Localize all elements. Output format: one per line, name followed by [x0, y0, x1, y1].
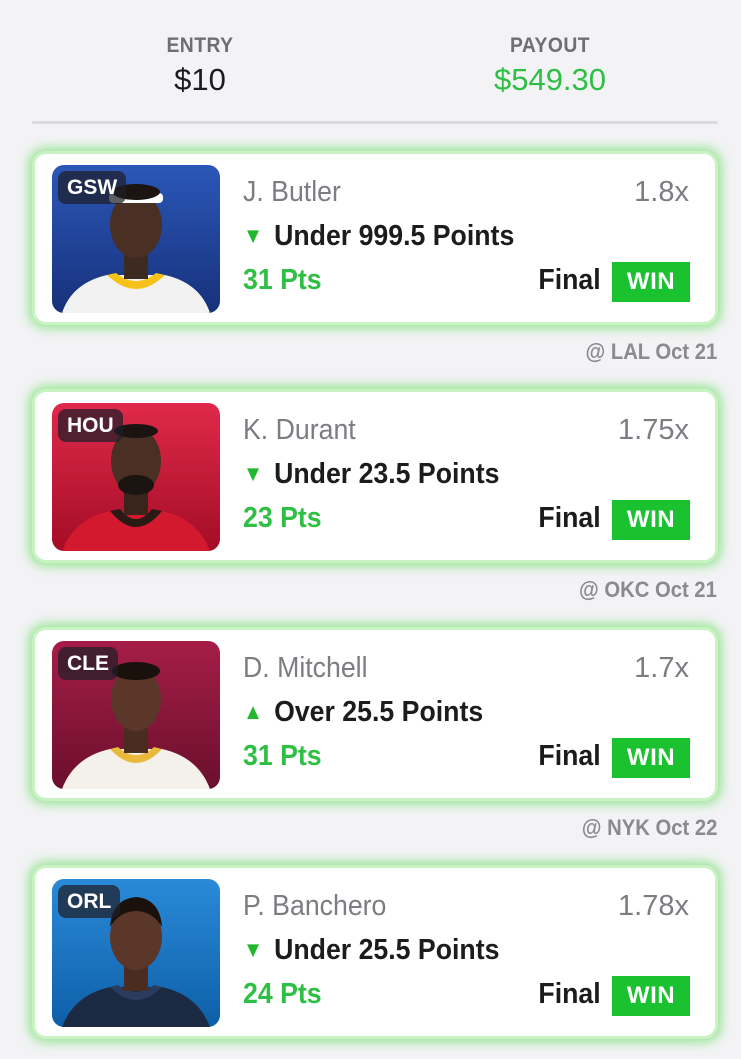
player-avatar: GSW	[52, 165, 220, 313]
payout-label: PAYOUT	[509, 34, 591, 57]
player-avatar: HOU	[52, 403, 220, 551]
summary-divider	[32, 121, 718, 124]
team-badge: GSW	[58, 171, 127, 204]
game-status: Final	[538, 978, 601, 1010]
payout-multiplier: 1.7x	[634, 652, 689, 684]
pick-card[interactable]: CLE D. Mitchell 1.7x ▲ Over 25.5 Points 3…	[32, 627, 718, 801]
prop-line-text: Under 23.5 Points	[274, 458, 500, 490]
prop-line-text: Over 25.5 Points	[274, 696, 484, 728]
player-name: J. Butler	[243, 176, 341, 208]
player-avatar: CLE	[52, 641, 220, 789]
result-badge: WIN	[612, 738, 690, 778]
result-points: 23 Pts	[243, 502, 322, 534]
result-points: 24 Pts	[243, 978, 322, 1010]
game-status: Final	[538, 740, 601, 772]
triangle-up-icon: ▲	[243, 699, 264, 724]
result-badge: WIN	[612, 976, 690, 1016]
payout-amount: $549.30	[493, 62, 607, 97]
entry-column: ENTRY $10	[80, 34, 320, 98]
player-name: D. Mitchell	[243, 652, 368, 684]
entry-detail-page: ENTRY $10 PAYOUT $549.30 GSW J. Butler 1…	[0, 0, 741, 1059]
player-name: P. Banchero	[243, 890, 387, 922]
payout-multiplier: 1.78x	[618, 890, 689, 922]
triangle-down-icon: ▼	[243, 461, 264, 486]
prop-line: ▼ Under 23.5 Points	[243, 458, 499, 491]
entry-summary: ENTRY $10 PAYOUT $549.30	[0, 34, 741, 104]
payout-multiplier: 1.8x	[634, 176, 689, 208]
triangle-down-icon: ▼	[243, 937, 264, 962]
entry-label: ENTRY	[166, 34, 234, 57]
result-badge: WIN	[612, 500, 690, 540]
player-name: K. Durant	[243, 414, 356, 446]
team-badge: CLE	[58, 647, 118, 680]
prop-line-text: Under 25.5 Points	[274, 934, 500, 966]
game-status: Final	[538, 264, 601, 296]
game-info: @ OKC Oct 21	[579, 577, 717, 602]
result-points: 31 Pts	[243, 264, 322, 296]
result-badge: WIN	[612, 262, 690, 302]
payout-multiplier: 1.75x	[618, 414, 689, 446]
prop-line: ▲ Over 25.5 Points	[243, 696, 483, 729]
game-info: @ NYK Oct 22	[581, 815, 717, 840]
game-info: @ LAL Oct 21	[585, 339, 717, 364]
payout-column: PAYOUT $549.30	[430, 34, 670, 98]
result-points: 31 Pts	[243, 740, 322, 772]
team-badge: HOU	[58, 409, 123, 442]
prop-line: ▼ Under 999.5 Points	[243, 220, 514, 253]
game-status: Final	[538, 502, 601, 534]
prop-line-text: Under 999.5 Points	[274, 220, 515, 252]
triangle-down-icon: ▼	[243, 223, 264, 248]
prop-line: ▼ Under 25.5 Points	[243, 934, 499, 967]
pick-card[interactable]: HOU K. Durant 1.75x ▼ Under 23.5 Points 2…	[32, 389, 718, 563]
player-avatar: ORL	[52, 879, 220, 1027]
entry-amount: $10	[174, 62, 226, 97]
pick-card[interactable]: GSW J. Butler 1.8x ▼ Under 999.5 Points 3…	[32, 151, 718, 325]
team-badge: ORL	[58, 885, 121, 918]
pick-card[interactable]: ORL P. Banchero 1.78x ▼ Under 25.5 Points…	[32, 865, 718, 1039]
